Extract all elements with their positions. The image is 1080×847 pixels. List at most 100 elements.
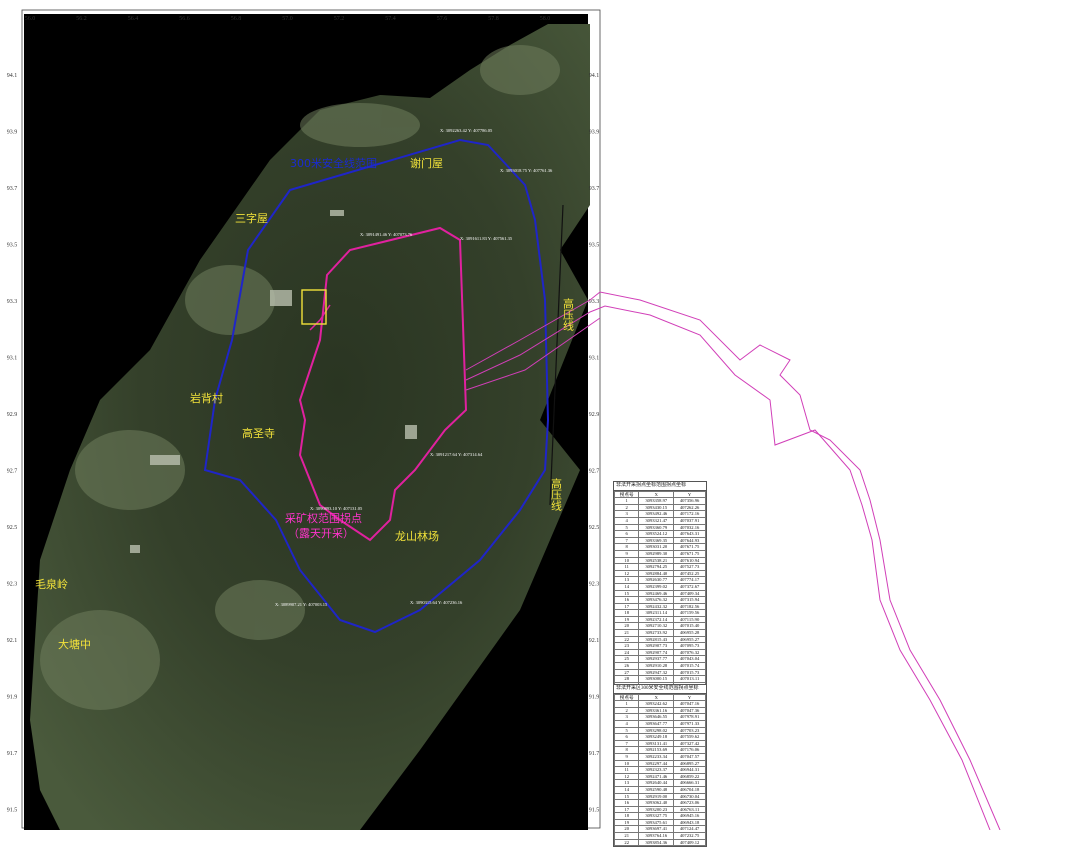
table-cell: 407671.75: [673, 549, 706, 558]
table-cell: 3093430.15: [638, 503, 675, 512]
x-tick-label: 58.0: [540, 16, 551, 22]
table-cell: 3092538.21: [638, 556, 675, 565]
y-tick-label: 93.3: [7, 299, 18, 305]
table-cell: 407013.11: [673, 675, 706, 683]
table-row: 9 3092233.34 407047.57: [613, 752, 706, 761]
y-tick-label: 93.1: [589, 356, 600, 362]
table-cell: 17: [613, 805, 640, 814]
table-row: 23 3092907.73 407095.73: [613, 642, 706, 650]
table-cell: 407159.56: [673, 609, 706, 617]
table-cell: 3093524.12: [638, 530, 675, 538]
y-tick-label: 92.1: [7, 638, 18, 644]
table-cell: 407452.25: [673, 569, 706, 578]
map-canvas: 56.0 56.2 56.4 56.6 56.8 57.0 57.2 57.4 57.6 57.8…: [7, 9, 1001, 830]
table-cell: 20: [613, 825, 640, 834]
table-row: 4 3093321.47 407037.91: [613, 516, 706, 525]
y-tick-label: 93.7: [589, 186, 600, 192]
table-cell: 15: [613, 792, 640, 801]
y-tick-label: 91.9: [7, 695, 18, 701]
table-row: 22 3092815.43 406955.27: [613, 635, 706, 644]
coord-label: X: 3092263.42 Y: 407786.05: [440, 128, 493, 133]
table-cell: 6: [613, 530, 640, 538]
y-tick-label: 93.7: [7, 186, 18, 192]
table-cell: 3092233.34: [638, 752, 675, 761]
table-cell: 19: [613, 615, 640, 624]
table-cell: 21: [613, 629, 640, 637]
table-row: 25 3092937.77 407043.04: [613, 655, 706, 664]
table-cell: 3093200.23: [638, 805, 675, 814]
safety-zone-label: 300米安全线范围: [290, 156, 377, 170]
table-cell: 9: [613, 752, 640, 761]
table-cell: 3: [613, 713, 640, 721]
coord-label: X: 3090893.10 Y: 407131.05: [310, 506, 363, 511]
column-header: X: [638, 693, 675, 702]
table-cell: 407015.40: [673, 622, 706, 631]
table-cell: 3092815.43: [638, 635, 675, 644]
table-cell: 406723.06: [673, 799, 706, 807]
table-cell: 407644.93: [673, 536, 706, 545]
x-tick-label: 57.4: [385, 16, 396, 22]
table-cell: 407409.34: [673, 589, 706, 598]
table-cell: 1: [613, 700, 640, 708]
table-cell: 27: [613, 668, 640, 677]
table-cell: 407115.90: [673, 615, 706, 624]
y-tick-label: 92.3: [589, 582, 600, 588]
table-cell: 407232.75: [673, 832, 706, 840]
y-tick-label: 93.9: [589, 130, 600, 136]
table-cell: 3093361.16: [638, 706, 675, 715]
table-cell: 3092469.46: [638, 589, 675, 598]
table-row: 12 3092471.46 406859.22: [613, 772, 706, 781]
column-header: Y: [673, 490, 706, 499]
table-cell: 407032.16: [673, 523, 706, 532]
table-cell: 407262.26: [673, 503, 706, 512]
table-cell: 3092947.32: [638, 668, 675, 677]
forest-label: 龙山林场: [395, 529, 439, 543]
table-row: 5 3093298.02 407703.23: [613, 726, 706, 735]
village-label: 毛泉岭: [35, 577, 68, 591]
table-row: 17 3093200.23 406763.11: [613, 805, 706, 814]
table-row: 3 3093492.46 407172.16: [613, 510, 706, 518]
table-cell: 10: [613, 556, 640, 565]
table-cell: 407978.91: [673, 713, 706, 721]
y-tick-label: 92.9: [7, 412, 18, 418]
table-cell: 3093298.02: [638, 726, 675, 735]
table-cell: 3093492.46: [638, 510, 675, 518]
y-tick-label: 92.3: [7, 582, 18, 588]
table-cell: 407409.12: [673, 838, 706, 847]
coord-label: X: 3090315.64 Y: 407236.16: [410, 600, 463, 605]
table-cell: 3092640.44: [638, 779, 675, 787]
table-row: 1 3093242.62 407047.16: [613, 700, 706, 708]
y-tick-label: 92.5: [7, 525, 18, 531]
table-cell: 407047.57: [673, 752, 706, 761]
table-cell: 407315.94: [673, 596, 706, 604]
table-row: 11 3092323.37 406944.31: [613, 766, 706, 774]
coord-label: X: 3093018.75 Y: 407761.36: [500, 168, 553, 173]
table-cell: 5: [613, 726, 640, 735]
table-cell: 406945.16: [673, 812, 706, 820]
x-tick-label: 57.6: [437, 16, 448, 22]
table-row: 3 3093646.55 407978.91: [613, 713, 706, 721]
table-row: 20 3092710.32 407015.40: [613, 622, 706, 631]
table-row: 4 3093647.77 407971.33: [613, 719, 706, 728]
table-row: 17 3092432.32 407182.56: [613, 602, 706, 611]
table-row: 8 3093031.20 407671.75: [613, 543, 706, 551]
table-cell: 406704.18: [673, 785, 706, 794]
table-cell: 407015.73: [673, 668, 706, 677]
table-cell: 406943.18: [673, 818, 706, 827]
table-cell: 3093000.15: [638, 675, 675, 683]
hv-line-label-bottom: 高压线: [550, 477, 563, 511]
table-cell: 16: [613, 596, 640, 604]
table-cell: 1: [613, 497, 640, 505]
y-tick-label: 92.9: [589, 412, 600, 418]
table-cell: 3093475.61: [638, 818, 675, 827]
table-cell: 21: [613, 832, 640, 840]
table-row: 6 3093249.18 407559.62: [613, 733, 706, 741]
table-cell: 3092794.25: [638, 563, 675, 571]
column-header: 拐点号: [613, 693, 640, 702]
table-cell: 406955.27: [673, 635, 706, 644]
table-cell: 3092153.69: [638, 746, 675, 754]
table-row: 15 3092919.00 406730.04: [613, 792, 706, 801]
table-row: 20 3093697.41 407124.47: [613, 825, 706, 834]
table-row: 7 3093369.35 407644.93: [613, 536, 706, 545]
table-cell: 3093062.40: [638, 799, 675, 807]
